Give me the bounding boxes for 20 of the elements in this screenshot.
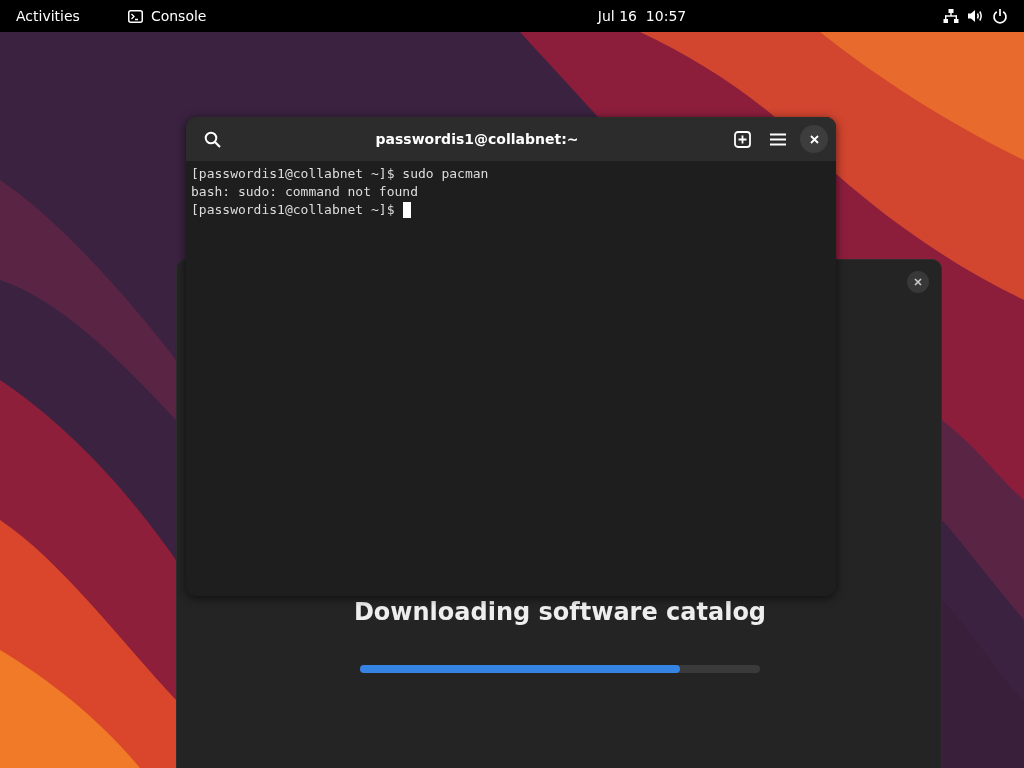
volume-icon[interactable] [967, 8, 984, 24]
terminal-prompt: [passwordis1@collabnet ~]$ [191, 201, 395, 219]
activities-button[interactable]: Activities [16, 5, 80, 27]
close-icon [809, 134, 819, 144]
close-button[interactable] [907, 271, 929, 293]
status-heading: Downloading software catalog [352, 597, 768, 628]
clock[interactable]: Jul 16 10:57 [597, 5, 687, 27]
plus-icon [733, 130, 751, 148]
terminal-line: [passwordis1@collabnet ~]$ sudo pacman [191, 165, 489, 183]
power-icon[interactable] [992, 8, 1008, 24]
terminal-line: bash: sudo: command not found [191, 183, 418, 201]
network-icon[interactable] [943, 8, 959, 24]
close-button[interactable] [800, 125, 828, 153]
search-icon [203, 130, 221, 148]
terminal-icon [127, 9, 143, 23]
window-title: passwordis1@collabnet:~ [375, 131, 579, 147]
text-cursor [402, 202, 411, 218]
close-icon [914, 278, 922, 286]
menu-icon [770, 132, 786, 146]
app-menu-label[interactable]: Console [150, 5, 207, 27]
